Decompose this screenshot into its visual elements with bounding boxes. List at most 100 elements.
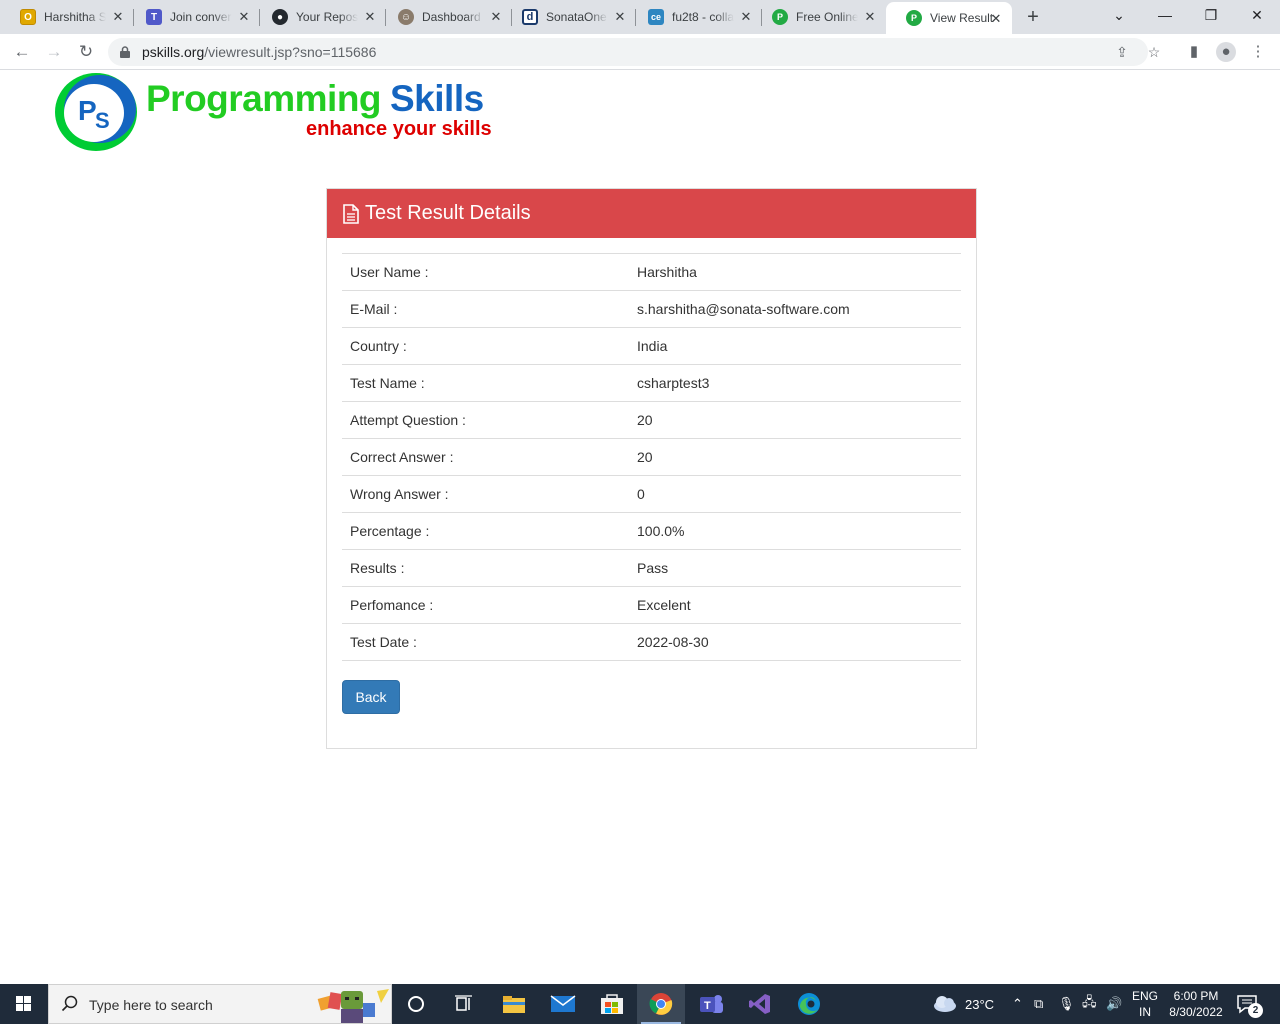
- row-value: India: [629, 327, 961, 365]
- minimize-button[interactable]: —: [1142, 0, 1188, 30]
- svg-text:S: S: [95, 108, 110, 133]
- back-arrow-icon[interactable]: ←: [10, 40, 34, 64]
- row-label: Correct Answer :: [342, 438, 629, 476]
- tab-your-repositories[interactable]: ● Your Repositories ✕: [252, 0, 386, 34]
- browser-toolbar: ← → ↻ pskills.org/viewresult.jsp?sno=115…: [0, 34, 1280, 70]
- network-icon[interactable]: 🖧: [1082, 984, 1097, 1024]
- share-icon[interactable]: ⇪: [1112, 42, 1132, 62]
- table-row-performance: Perfomance : Excelent: [342, 586, 961, 624]
- table-row-attempt-question: Attempt Question :20: [342, 401, 961, 439]
- table-row-country: Country : India: [342, 327, 961, 365]
- close-tab-icon[interactable]: ✕: [988, 11, 1004, 27]
- region-code: IN: [1139, 1005, 1151, 1019]
- microphone-icon[interactable]: 🎙: [1058, 984, 1075, 1024]
- clock[interactable]: 6:00 PM 8/30/2022: [1166, 984, 1226, 1024]
- bookmark-star-icon[interactable]: ☆: [1144, 42, 1164, 62]
- panel-body: User Name : Harshitha E-Mail : s.harshitha…: [327, 238, 976, 676]
- row-label: Wrong Answer :: [342, 475, 629, 513]
- weather-widget[interactable]: 23°C: [932, 984, 994, 1024]
- visual-studio-icon[interactable]: [736, 984, 784, 1024]
- profile-avatar-icon[interactable]: ●: [1216, 42, 1236, 62]
- windows-taskbar: Type here to search T 23°C ⌃ ⧉ 🎙 🖧 🔊 ENG…: [0, 984, 1280, 1024]
- teams-icon: T: [146, 9, 162, 25]
- task-view-icon[interactable]: [440, 984, 488, 1024]
- search-highlight-illustration-icon: [317, 989, 389, 1023]
- close-tab-icon[interactable]: ✕: [236, 9, 252, 25]
- notification-badge: 2: [1248, 1003, 1263, 1018]
- url-host: pskills.org: [142, 44, 205, 60]
- panel-header: Test Result Details: [327, 189, 976, 238]
- tab-free-online[interactable]: P Free Online ✕: [752, 0, 886, 34]
- forward-arrow-icon[interactable]: →: [42, 40, 66, 64]
- teams-taskbar-icon[interactable]: T: [687, 984, 735, 1024]
- row-value: 2022-08-30: [629, 623, 961, 661]
- tab-join-conversation[interactable]: T Join conversation ✕: [126, 0, 260, 34]
- windows-logo-icon: [16, 996, 31, 1011]
- close-tab-icon[interactable]: ✕: [362, 9, 378, 25]
- lock-icon: [120, 46, 130, 58]
- url-text: pskills.org/viewresult.jsp?sno=115686: [142, 44, 376, 60]
- mail-icon[interactable]: [539, 984, 587, 1024]
- pskills-icon: P: [906, 10, 922, 26]
- input-language-indicator[interactable]: ENG IN: [1130, 984, 1160, 1024]
- row-label: Test Name :: [342, 364, 629, 402]
- tab-title: Join conversation: [170, 10, 232, 24]
- new-tab-button[interactable]: +: [1022, 6, 1044, 28]
- tab-harshitha[interactable]: O Harshitha S ✕: [0, 0, 134, 34]
- tab-strip: O Harshitha S ✕ T Join conversation ✕ ● …: [0, 0, 1280, 34]
- row-value: 20: [629, 401, 961, 439]
- row-value: Harshitha: [629, 253, 961, 291]
- edge-icon[interactable]: [785, 984, 833, 1024]
- close-tab-icon[interactable]: ✕: [612, 9, 628, 25]
- svg-text:T: T: [704, 1000, 711, 1012]
- microsoft-store-icon[interactable]: [588, 984, 636, 1024]
- menu-kebab-icon[interactable]: ⋮: [1248, 42, 1268, 62]
- show-hidden-icons-chevron-icon[interactable]: ⌃: [1012, 984, 1023, 1024]
- ps-logo-icon: P S: [55, 73, 137, 151]
- tab-sonataone[interactable]: d SonataOne ✕: [502, 0, 636, 34]
- tab-dashboard[interactable]: ☺ Dashboard ✕: [378, 0, 512, 34]
- site-logo[interactable]: P S Programming Skills enhance your skil…: [54, 72, 494, 154]
- tab-view-result[interactable]: P View Result ✕: [886, 2, 1012, 34]
- start-button[interactable]: [0, 984, 48, 1024]
- svg-text:P: P: [78, 95, 97, 126]
- table-row-test-name: Test Name : csharptest3: [342, 364, 961, 402]
- volume-icon[interactable]: 🔊: [1106, 984, 1122, 1024]
- row-value: 20: [629, 438, 961, 476]
- row-label: Results :: [342, 549, 629, 587]
- logo-word-programming: Programming: [146, 78, 382, 119]
- tab-title: Harshitha S: [44, 10, 106, 24]
- tab-title: Your Repositories: [296, 10, 358, 24]
- outlook-icon: O: [20, 9, 36, 25]
- tab-fu2t8[interactable]: ce fu2t8 - collab ✕: [628, 0, 762, 34]
- table-row-wrong-answer: Wrong Answer :0: [342, 475, 961, 513]
- result-table: User Name : Harshitha E-Mail : s.harshitha…: [342, 253, 961, 661]
- pskills-icon: P: [772, 9, 788, 25]
- close-tab-icon[interactable]: ✕: [110, 9, 126, 25]
- file-explorer-icon[interactable]: [490, 984, 538, 1024]
- row-value: 0: [629, 475, 961, 513]
- address-bar[interactable]: pskills.org/viewresult.jsp?sno=115686 ⇪ …: [108, 38, 1160, 66]
- tab-search-chevron-icon[interactable]: ⌄: [1096, 0, 1142, 30]
- language-code: ENG: [1131, 989, 1158, 1003]
- back-button[interactable]: Back: [342, 680, 400, 714]
- cortana-icon[interactable]: [392, 984, 440, 1024]
- table-row-percentage: Percentage :100.0%: [342, 512, 961, 550]
- reload-icon[interactable]: ↻: [74, 40, 98, 64]
- close-tab-icon[interactable]: ✕: [862, 9, 878, 25]
- meet-now-icon[interactable]: ⧉: [1034, 984, 1043, 1024]
- close-window-button[interactable]: ✕: [1234, 0, 1280, 30]
- table-row-email: E-Mail : s.harshitha@sonata-software.com: [342, 290, 961, 328]
- side-panel-icon[interactable]: ▮: [1184, 42, 1204, 62]
- tab-title: SonataOne: [546, 10, 607, 24]
- tab-title: Dashboard: [422, 10, 481, 24]
- notification-center-icon[interactable]: 2: [1236, 984, 1263, 1024]
- avatar-icon: ☺: [398, 9, 414, 25]
- taskbar-search-box[interactable]: Type here to search: [48, 984, 392, 1024]
- search-icon: [61, 995, 78, 1012]
- sonataone-icon: d: [522, 9, 538, 25]
- row-label: Test Date :: [342, 623, 629, 661]
- tab-title: fu2t8 - collab: [672, 10, 734, 24]
- restore-button[interactable]: ❐: [1188, 0, 1234, 30]
- chrome-taskbar-icon[interactable]: [637, 984, 685, 1024]
